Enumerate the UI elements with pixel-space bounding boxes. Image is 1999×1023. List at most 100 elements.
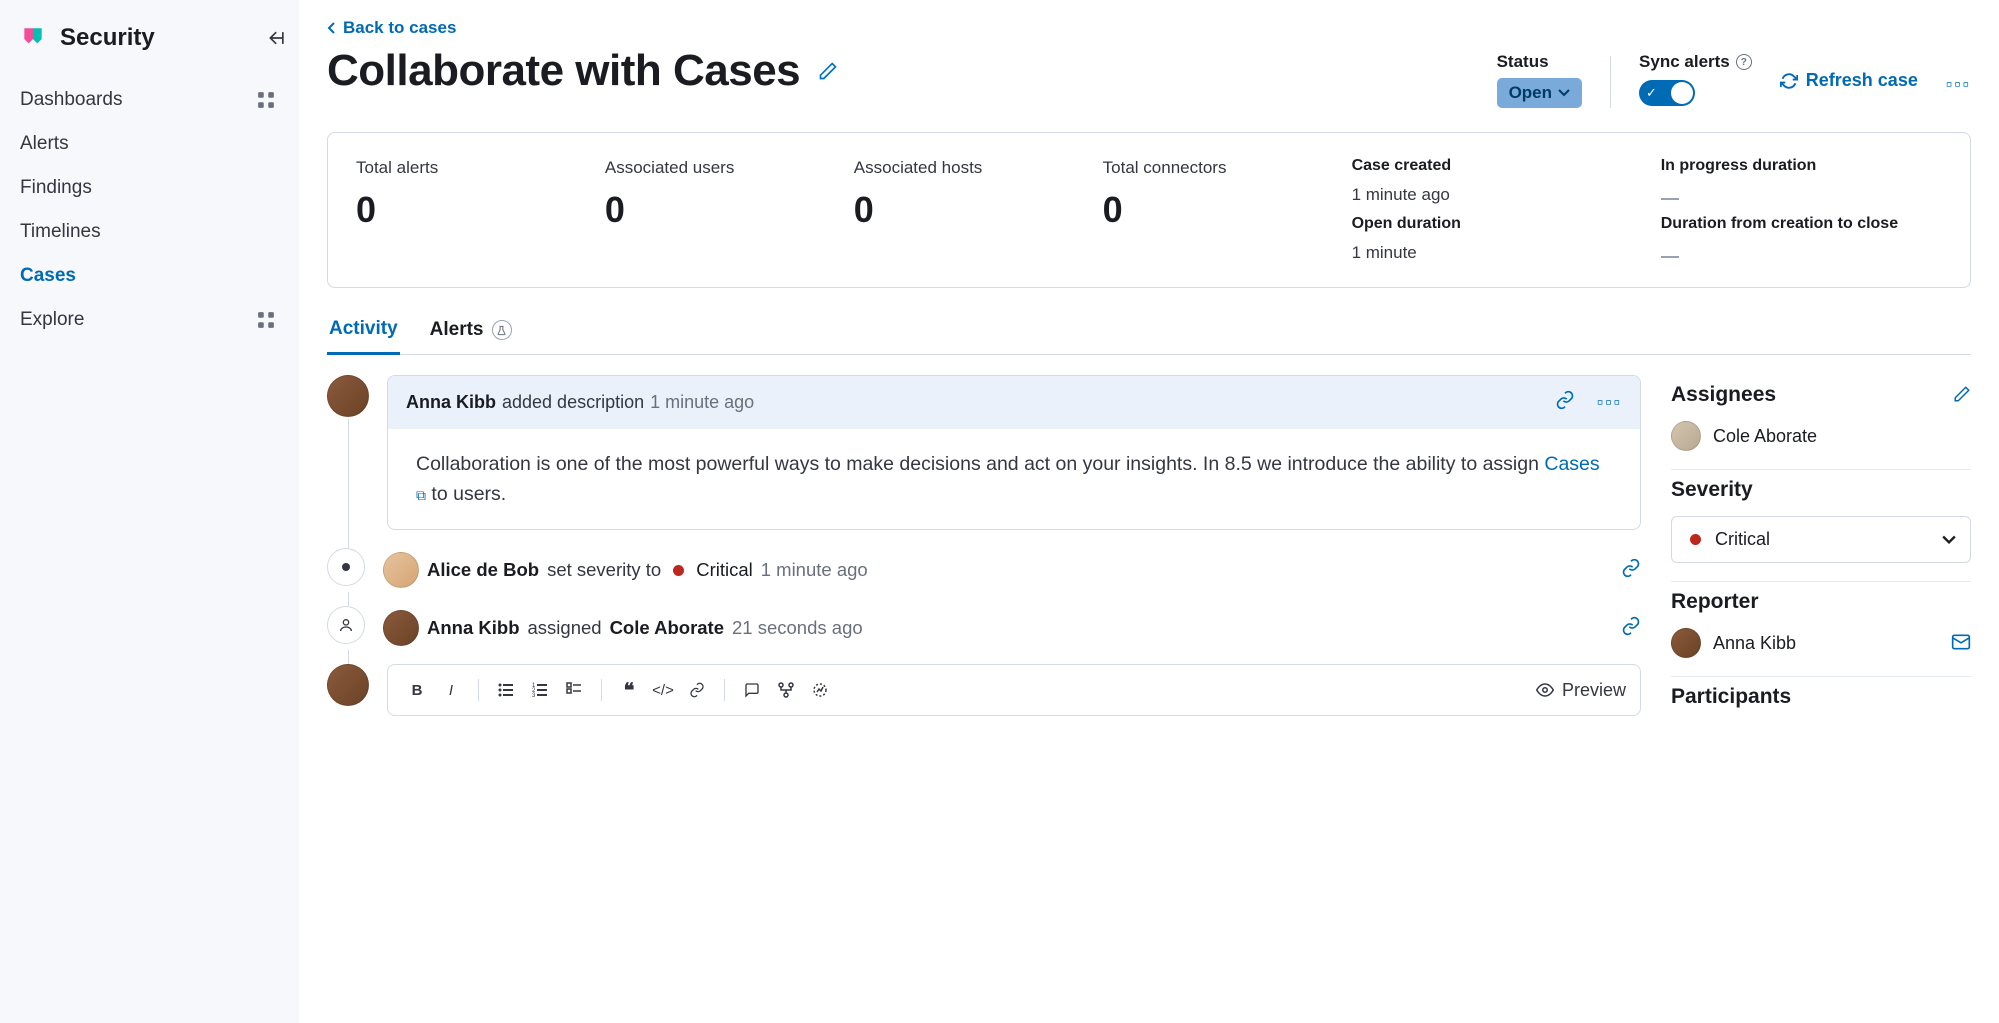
separator [601,679,602,701]
sidebar-item-cases[interactable]: Cases [0,254,299,298]
timestamp: 21 seconds ago [732,617,863,639]
status-label: Status [1497,52,1582,72]
sync-block: Sync alerts ? ✓ [1639,52,1752,106]
sidebar-item-label: Timelines [20,221,101,243]
card-header: Anna Kibb added description 1 minute ago… [388,376,1640,429]
severity-dot-icon [673,565,684,576]
person-avatar-icon [327,606,365,644]
lens-icon[interactable] [805,675,835,705]
checklist-icon[interactable] [559,675,589,705]
section-title: Participants [1671,685,1791,709]
stat-value: 0 [605,189,806,231]
stat-meta-col-1: Case created 1 minute ago Open duration … [1352,157,1613,263]
dash-icon [1661,198,1679,201]
refresh-button[interactable]: Refresh case [1780,52,1918,91]
meta-value: 1 minute ago [1352,185,1613,205]
severity-text: Critical [696,559,753,581]
code-icon[interactable]: </> [648,675,678,705]
stat-total-alerts: Total alerts 0 [356,157,557,263]
sidebar-item-explore[interactable]: Explore [0,298,299,342]
app-title: Security [60,24,155,52]
help-icon[interactable]: ? [1736,54,1752,70]
sync-toggle[interactable]: ✓ [1639,80,1695,106]
meta-label: Open duration [1352,215,1613,233]
link-icon[interactable] [1621,558,1641,583]
tab-activity[interactable]: Activity [327,310,400,355]
stat-label: Total alerts [356,157,557,179]
meta-value [1661,185,1942,205]
beaker-icon [492,320,512,340]
description-body: Collaboration is one of the most powerfu… [388,429,1640,529]
back-link-label: Back to cases [343,18,456,38]
meta-label: Case created [1352,157,1613,175]
assignee-name: Cole Aborate [1713,426,1817,447]
activity-card: Anna Kibb added description 1 minute ago… [387,375,1641,530]
meta-value [1661,243,1942,263]
activity-feed: Anna Kibb added description 1 minute ago… [327,375,1641,741]
sidebar-item-alerts[interactable]: Alerts [0,122,299,166]
severity-section: Severity Critical [1671,470,1971,582]
right-panel: Assignees Cole Aborate Severity Critical [1671,375,1971,741]
comment-icon[interactable] [737,675,767,705]
sidebar-item-timelines[interactable]: Timelines [0,210,299,254]
status-value: Open [1509,83,1552,103]
section-title: Assignees [1671,383,1776,407]
target-name: Cole Aborate [610,617,724,639]
author-name: Alice de Bob [427,559,539,581]
more-actions-icon[interactable]: ▫▫▫ [1946,52,1971,95]
stat-label: Associated users [605,157,806,179]
action-text: assigned [528,617,602,639]
stat-value: 0 [854,189,1055,231]
assignees-section: Assignees Cole Aborate [1671,375,1971,470]
page-title: Collaborate with Cases [327,46,800,96]
comment-editor[interactable]: B I 123 ❝ </> [387,664,1641,716]
check-icon: ✓ [1646,85,1657,101]
bullet-list-icon[interactable] [491,675,521,705]
avatar [383,552,419,588]
more-icon[interactable]: ▫▫▫ [1597,392,1622,413]
status-block: Status Open [1497,52,1582,108]
stat-value: 0 [1103,189,1304,231]
sidebar-item-label: Findings [20,177,92,199]
divider [1610,56,1611,108]
sidebar-item-findings[interactable]: Findings [0,166,299,210]
stat-label: Associated hosts [854,157,1055,179]
preview-button[interactable]: Preview [1536,680,1626,701]
sidebar-item-dashboards[interactable]: Dashboards [0,78,299,122]
activity-item: Anna Kibb added description 1 minute ago… [327,375,1641,530]
tree-icon[interactable] [771,675,801,705]
collapse-sidebar-icon[interactable] [267,28,287,51]
activity-item: Alice de Bob set severity to Critical 1 … [327,548,1641,588]
sidebar: Security Dashboards Alerts Findings Time… [0,0,299,1023]
numbered-list-icon[interactable]: 123 [525,675,555,705]
reporter-name: Anna Kibb [1713,633,1796,654]
sidebar-item-label: Dashboards [20,89,122,111]
meta-label: Duration from creation to close [1661,215,1942,233]
bold-icon[interactable]: B [402,675,432,705]
status-dropdown[interactable]: Open [1497,78,1582,108]
severity-select[interactable]: Critical [1671,516,1971,563]
main-content: Back to cases Collaborate with Cases Sta… [299,0,1999,1023]
sidebar-nav: Dashboards Alerts Findings Timelines Cas… [0,74,299,346]
refresh-label: Refresh case [1806,70,1918,91]
dot-avatar-icon [327,548,365,586]
body-text: to users. [426,483,506,505]
page-header: Collaborate with Cases Status Open Sync … [327,46,1971,108]
link-icon[interactable] [1555,390,1575,415]
avatar [1671,421,1701,451]
link-icon[interactable] [682,675,712,705]
edit-title-icon[interactable] [818,61,838,81]
link-icon[interactable] [1621,616,1641,641]
stat-associated-hosts: Associated hosts 0 [854,157,1055,263]
stat-associated-users: Associated users 0 [605,157,806,263]
quote-icon[interactable]: ❝ [614,675,644,705]
author-name: Anna Kibb [427,617,520,639]
mail-icon[interactable] [1951,632,1971,655]
meta-label: In progress duration [1661,157,1942,175]
tab-alerts[interactable]: Alerts [428,310,514,354]
grid-icon [257,311,275,329]
back-link[interactable]: Back to cases [327,18,456,38]
italic-icon[interactable]: I [436,675,466,705]
edit-assignees-icon[interactable] [1953,385,1971,406]
reporter-section: Reporter Anna Kibb [1671,582,1971,677]
